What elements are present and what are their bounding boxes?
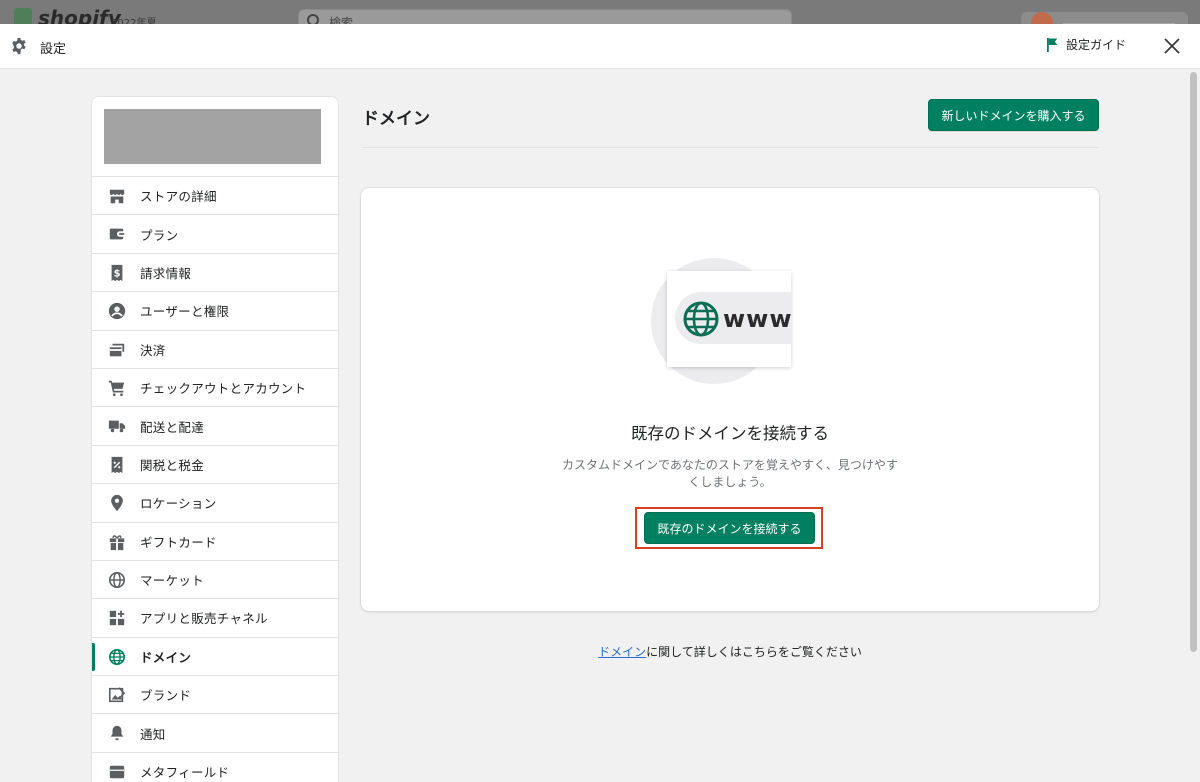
settings-sidebar: ストアの詳細 プラン $ 請求情報 ユーザーと権限 決済 チェックアウトとアカウ… (91, 96, 339, 782)
globe-icon (108, 571, 126, 588)
learn-more-rest: に関して詳しくはこちらをご覧ください (646, 645, 862, 659)
sidebar-item-apps[interactable]: アプリと販売チャネル (92, 599, 338, 638)
sidebar-item-label: アプリと販売チャネル (140, 611, 268, 627)
sidebar-item-label: 関税と税金 (140, 457, 205, 473)
sidebar-item-label: ギフトカード (140, 534, 217, 550)
connect-domain-card: www 既存のドメインを接続する カスタムドメインであなたのストアを覚えやすく、… (361, 188, 1099, 611)
setup-guide-button[interactable]: 設定ガイド (1044, 36, 1126, 53)
scrollbar-thumb[interactable] (1190, 72, 1197, 652)
setup-guide-label: 設定ガイド (1066, 38, 1127, 52)
admin-top-bar: shopify 2022年夏 検索 (0, 0, 1200, 24)
edition-label: 2022年夏 (111, 18, 157, 24)
sidebar-item-gift-cards[interactable]: ギフトカード (92, 523, 338, 561)
card-description: カスタムドメインであなたのストアを覚えやすく、見つけやすくしましょう。 (562, 458, 898, 489)
title-divider (362, 147, 1099, 148)
brand-icon (108, 687, 126, 703)
billing-icon: $ (111, 264, 123, 281)
avatar (1031, 12, 1053, 24)
store-banner-redacted (104, 109, 321, 164)
settings-title: 設定 (40, 42, 67, 57)
sidebar-item-billing[interactable]: $ 請求情報 (92, 254, 338, 293)
www-label: www (723, 305, 793, 333)
sidebar-item-brand[interactable]: ブランド (92, 676, 338, 715)
settings-header: 設定 設定ガイド (0, 24, 1200, 69)
sidebar-item-shipping[interactable]: 配送と配達 (92, 407, 338, 446)
wallet-icon (109, 228, 125, 240)
connect-existing-domain-button[interactable]: 既存のドメインを接続する (644, 512, 815, 544)
buy-new-domain-button[interactable]: 新しいドメインを購入する (928, 99, 1099, 131)
sidebar-item-label: ブランド (140, 688, 192, 704)
gift-icon (109, 534, 125, 550)
metafields-icon (109, 765, 125, 779)
sidebar-item-notifications[interactable]: 通知 (92, 714, 338, 753)
search-icon (307, 14, 319, 24)
shopify-logo: shopify (38, 6, 121, 24)
sidebar-item-label: メタフィールド (140, 765, 230, 781)
sidebar-item-label: ユーザーと権限 (140, 304, 230, 320)
store-icon (109, 189, 125, 204)
sidebar-item-label: ロケーション (140, 496, 217, 512)
search-placeholder: 検索 (329, 16, 354, 24)
sidebar-item-label: 配送と配達 (140, 419, 205, 435)
sidebar-item-store-details[interactable]: ストアの詳細 (92, 177, 338, 216)
flag-icon (1047, 37, 1058, 52)
sidebar-item-label: 請求情報 (140, 265, 192, 281)
sidebar-item-label: プラン (140, 227, 179, 243)
sidebar-item-metafields[interactable]: メタフィールド (92, 753, 338, 782)
bell-icon (110, 726, 124, 741)
sidebar-item-label: 通知 (140, 726, 166, 742)
domains-help-link[interactable]: ドメイン (598, 645, 646, 659)
truck-icon (108, 420, 126, 433)
shopify-bag-icon (14, 8, 32, 24)
cart-icon (108, 380, 125, 397)
account-menu[interactable] (1021, 12, 1188, 24)
sidebar-item-label: ドメイン (140, 649, 192, 665)
sidebar-item-domains[interactable]: ドメイン (92, 638, 338, 677)
location-pin-icon (111, 495, 123, 512)
gear-icon (12, 37, 26, 55)
sidebar-item-taxes[interactable]: 関税と税金 (92, 446, 338, 485)
sidebar-item-label: マーケット (140, 573, 205, 589)
www-globe-icon (683, 301, 719, 337)
payments-icon (109, 343, 125, 356)
sidebar-item-label: ストアの詳細 (140, 189, 217, 205)
admin-search-bar[interactable]: 検索 (298, 9, 792, 24)
svg-text:$: $ (114, 268, 121, 279)
sidebar-item-locations[interactable]: ロケーション (92, 484, 338, 523)
active-indicator (92, 642, 95, 671)
sidebar-item-label: チェックアウトとアカウント (140, 381, 307, 397)
learn-more-text: ドメインに関して詳しくはこちらをご覧ください (361, 643, 1099, 660)
close-icon[interactable] (1160, 34, 1184, 58)
card-heading: 既存のドメインを接続する (631, 424, 829, 443)
sidebar-item-payments[interactable]: 決済 (92, 331, 338, 369)
user-circle-icon (108, 303, 126, 320)
tax-icon (111, 456, 123, 473)
page-scrollbar[interactable] (1186, 69, 1200, 782)
sidebar-item-label: 決済 (140, 342, 166, 358)
sidebar-item-users[interactable]: ユーザーと権限 (92, 292, 338, 331)
domain-globe-icon (108, 648, 126, 665)
sidebar-item-checkout[interactable]: チェックアウトとアカウント (92, 369, 338, 408)
settings-nav: ストアの詳細 プラン $ 請求情報 ユーザーと権限 決済 チェックアウトとアカウ… (92, 176, 338, 782)
apps-icon (109, 611, 125, 626)
page-title: ドメイン (362, 109, 430, 129)
sidebar-item-plan[interactable]: プラン (92, 215, 338, 254)
sidebar-item-markets[interactable]: マーケット (92, 561, 338, 600)
